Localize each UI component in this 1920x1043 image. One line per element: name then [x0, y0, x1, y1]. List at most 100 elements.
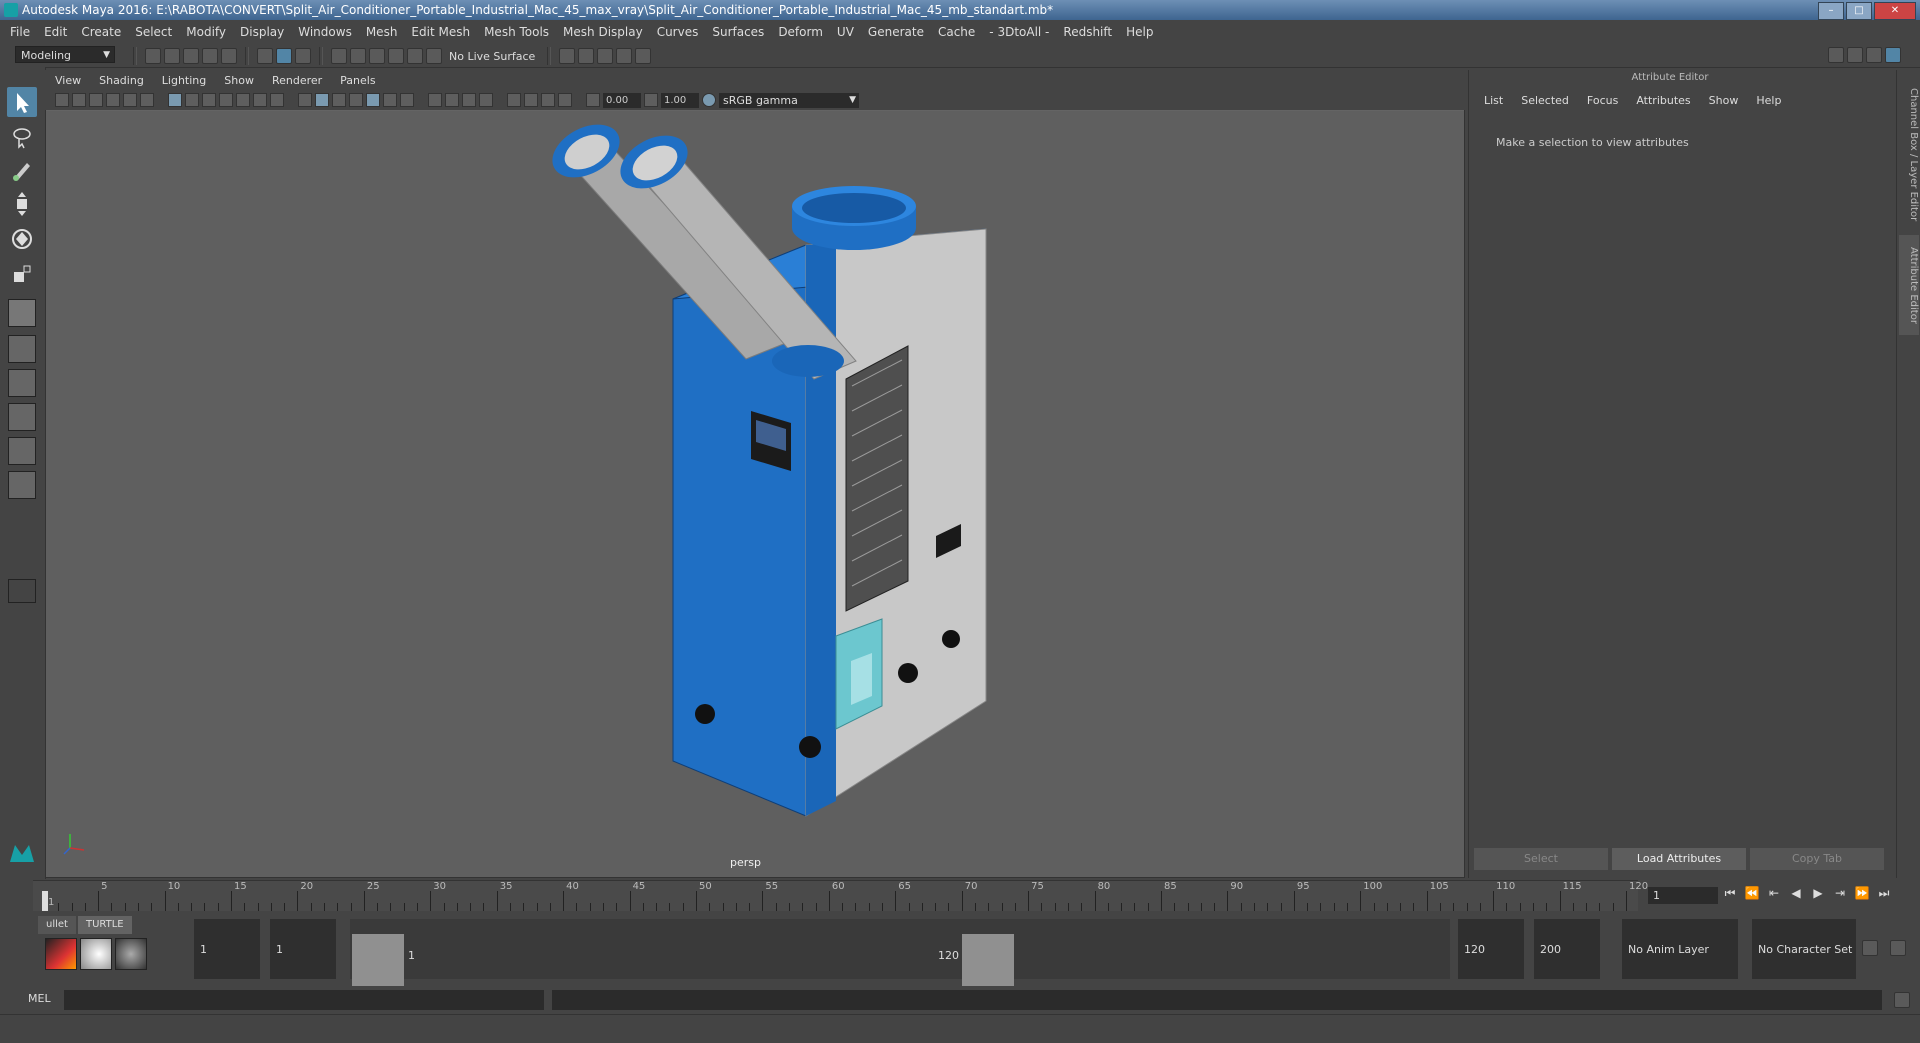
persp-hypershade-layout-icon[interactable]: [8, 437, 36, 465]
maximize-button[interactable]: □: [1846, 2, 1872, 20]
panel-menu-renderer[interactable]: Renderer: [263, 74, 331, 87]
menu-redshift[interactable]: Redshift: [1056, 25, 1119, 39]
menu-cache[interactable]: Cache: [931, 25, 982, 39]
panel-menu-lighting[interactable]: Lighting: [153, 74, 215, 87]
range-track[interactable]: 1 120: [350, 919, 1450, 986]
ae-menu-show[interactable]: Show: [1700, 94, 1748, 107]
xray-icon[interactable]: [524, 93, 538, 107]
maya-home-icon[interactable]: [7, 837, 37, 867]
image-plane-icon[interactable]: [106, 93, 120, 107]
lasso-tool-icon[interactable]: [7, 122, 37, 152]
anim-layer-select[interactable]: No Anim Layer: [1622, 919, 1738, 979]
snap-curve-icon[interactable]: [350, 48, 366, 64]
select-component-icon[interactable]: [295, 48, 311, 64]
script-editor-icon[interactable]: [1894, 992, 1910, 1008]
menu-select[interactable]: Select: [128, 25, 179, 39]
current-time-marker[interactable]: [42, 891, 48, 911]
range-end-handle[interactable]: [962, 934, 1014, 986]
select-button[interactable]: Select: [1474, 848, 1608, 870]
menu-uv[interactable]: UV: [830, 25, 861, 39]
close-button[interactable]: ✕: [1874, 2, 1916, 20]
motion-blur-icon[interactable]: [445, 93, 459, 107]
snap-view-plane-icon[interactable]: [388, 48, 404, 64]
command-input[interactable]: [64, 990, 544, 1010]
xray-joints-icon[interactable]: [558, 93, 572, 107]
snap-live-icon[interactable]: [407, 48, 423, 64]
menu-deform[interactable]: Deform: [771, 25, 830, 39]
time-slider[interactable]: 1 5 10 15 20 25 30 35 40 45 50 55 60 65 70 75 80 85 90 95 10…: [33, 880, 1648, 911]
copy-tab-button[interactable]: Copy Tab: [1750, 848, 1884, 870]
live-surface-label[interactable]: No Live Surface: [445, 50, 539, 63]
start-time-field[interactable]: 1: [194, 919, 260, 979]
paint-select-tool-icon[interactable]: [7, 155, 37, 185]
current-frame-field[interactable]: 1: [1648, 887, 1718, 904]
select-camera-icon[interactable]: [55, 93, 69, 107]
smooth-shade-icon[interactable]: [315, 93, 329, 107]
mel-label[interactable]: MEL: [28, 992, 51, 1005]
grid-icon[interactable]: [168, 93, 182, 107]
wireframe-on-shaded-icon[interactable]: [349, 93, 363, 107]
ae-menu-attributes[interactable]: Attributes: [1627, 94, 1699, 107]
menu-mesh[interactable]: Mesh: [359, 25, 405, 39]
go-to-end-icon[interactable]: ⏭: [1876, 885, 1892, 901]
menu-mesh-tools[interactable]: Mesh Tools: [477, 25, 556, 39]
select-hierarchy-icon[interactable]: [257, 48, 273, 64]
snap-point-icon[interactable]: [369, 48, 385, 64]
camera-attributes-icon[interactable]: [72, 93, 86, 107]
modeling-toolkit-icon[interactable]: [1828, 47, 1844, 63]
new-scene-icon[interactable]: [145, 48, 161, 64]
menu-mesh-display[interactable]: Mesh Display: [556, 25, 650, 39]
shelf-tab-bullet[interactable]: ullet: [38, 916, 76, 934]
safe-title-icon[interactable]: [270, 93, 284, 107]
field-chart-icon[interactable]: [236, 93, 250, 107]
step-back-key-icon[interactable]: ⏪: [1744, 885, 1760, 901]
two-d-pan-zoom-icon[interactable]: [123, 93, 137, 107]
render-view-icon[interactable]: [559, 48, 576, 64]
menu-curves[interactable]: Curves: [650, 25, 706, 39]
gamma-field[interactable]: 1.00: [661, 92, 699, 108]
perspective-viewport[interactable]: [46, 111, 1464, 877]
custom-layout-icon[interactable]: [8, 579, 36, 603]
menu-3dtoall[interactable]: - 3DtoAll -: [982, 25, 1056, 39]
persp-outliner-layout-icon[interactable]: [8, 369, 36, 397]
ae-menu-selected[interactable]: Selected: [1512, 94, 1578, 107]
step-back-frame-icon[interactable]: ⇤: [1766, 885, 1782, 901]
step-forward-key-icon[interactable]: ⏩: [1854, 885, 1870, 901]
use-default-material-icon[interactable]: [332, 93, 346, 107]
xray-active-components-icon[interactable]: [541, 93, 555, 107]
menu-modify[interactable]: Modify: [179, 25, 233, 39]
menu-create[interactable]: Create: [74, 25, 128, 39]
save-scene-icon[interactable]: [183, 48, 199, 64]
play-backwards-icon[interactable]: ◀: [1788, 885, 1804, 901]
view-transform-select[interactable]: sRGB gamma ▼: [719, 92, 859, 108]
shelf-tab-turtle[interactable]: TURTLE: [77, 916, 132, 934]
open-scene-icon[interactable]: [164, 48, 180, 64]
shadows-icon[interactable]: [400, 93, 414, 107]
move-tool-icon[interactable]: [7, 189, 37, 219]
panel-menu-show[interactable]: Show: [215, 74, 263, 87]
menu-edit-mesh[interactable]: Edit Mesh: [404, 25, 477, 39]
safe-action-icon[interactable]: [253, 93, 267, 107]
textured-icon[interactable]: [366, 93, 380, 107]
mode-select[interactable]: Modeling ▼: [15, 46, 115, 63]
select-tool-icon[interactable]: [7, 87, 37, 117]
single-perspective-layout-icon[interactable]: [8, 299, 36, 327]
menu-generate[interactable]: Generate: [861, 25, 931, 39]
depth-of-field-icon[interactable]: [479, 93, 493, 107]
playback-start-field[interactable]: 1: [270, 919, 336, 979]
persp-uv-layout-icon[interactable]: [8, 471, 36, 499]
rotate-tool-icon[interactable]: [7, 224, 37, 254]
menu-windows[interactable]: Windows: [291, 25, 359, 39]
go-to-start-icon[interactable]: ⏮: [1722, 885, 1738, 901]
channel-box-toggle-icon[interactable]: [1885, 47, 1901, 63]
screen-space-ao-icon[interactable]: [428, 93, 442, 107]
minimize-button[interactable]: –: [1818, 2, 1844, 20]
render-settings-icon[interactable]: [616, 48, 633, 64]
select-object-icon[interactable]: [276, 48, 292, 64]
exposure-field[interactable]: 0.00: [603, 92, 641, 108]
multisample-aa-icon[interactable]: [462, 93, 476, 107]
panel-menu-panels[interactable]: Panels: [331, 74, 384, 87]
snap-magnet-icon[interactable]: [426, 48, 442, 64]
isolate-select-icon[interactable]: [507, 93, 521, 107]
load-attributes-button[interactable]: Load Attributes: [1612, 848, 1746, 870]
